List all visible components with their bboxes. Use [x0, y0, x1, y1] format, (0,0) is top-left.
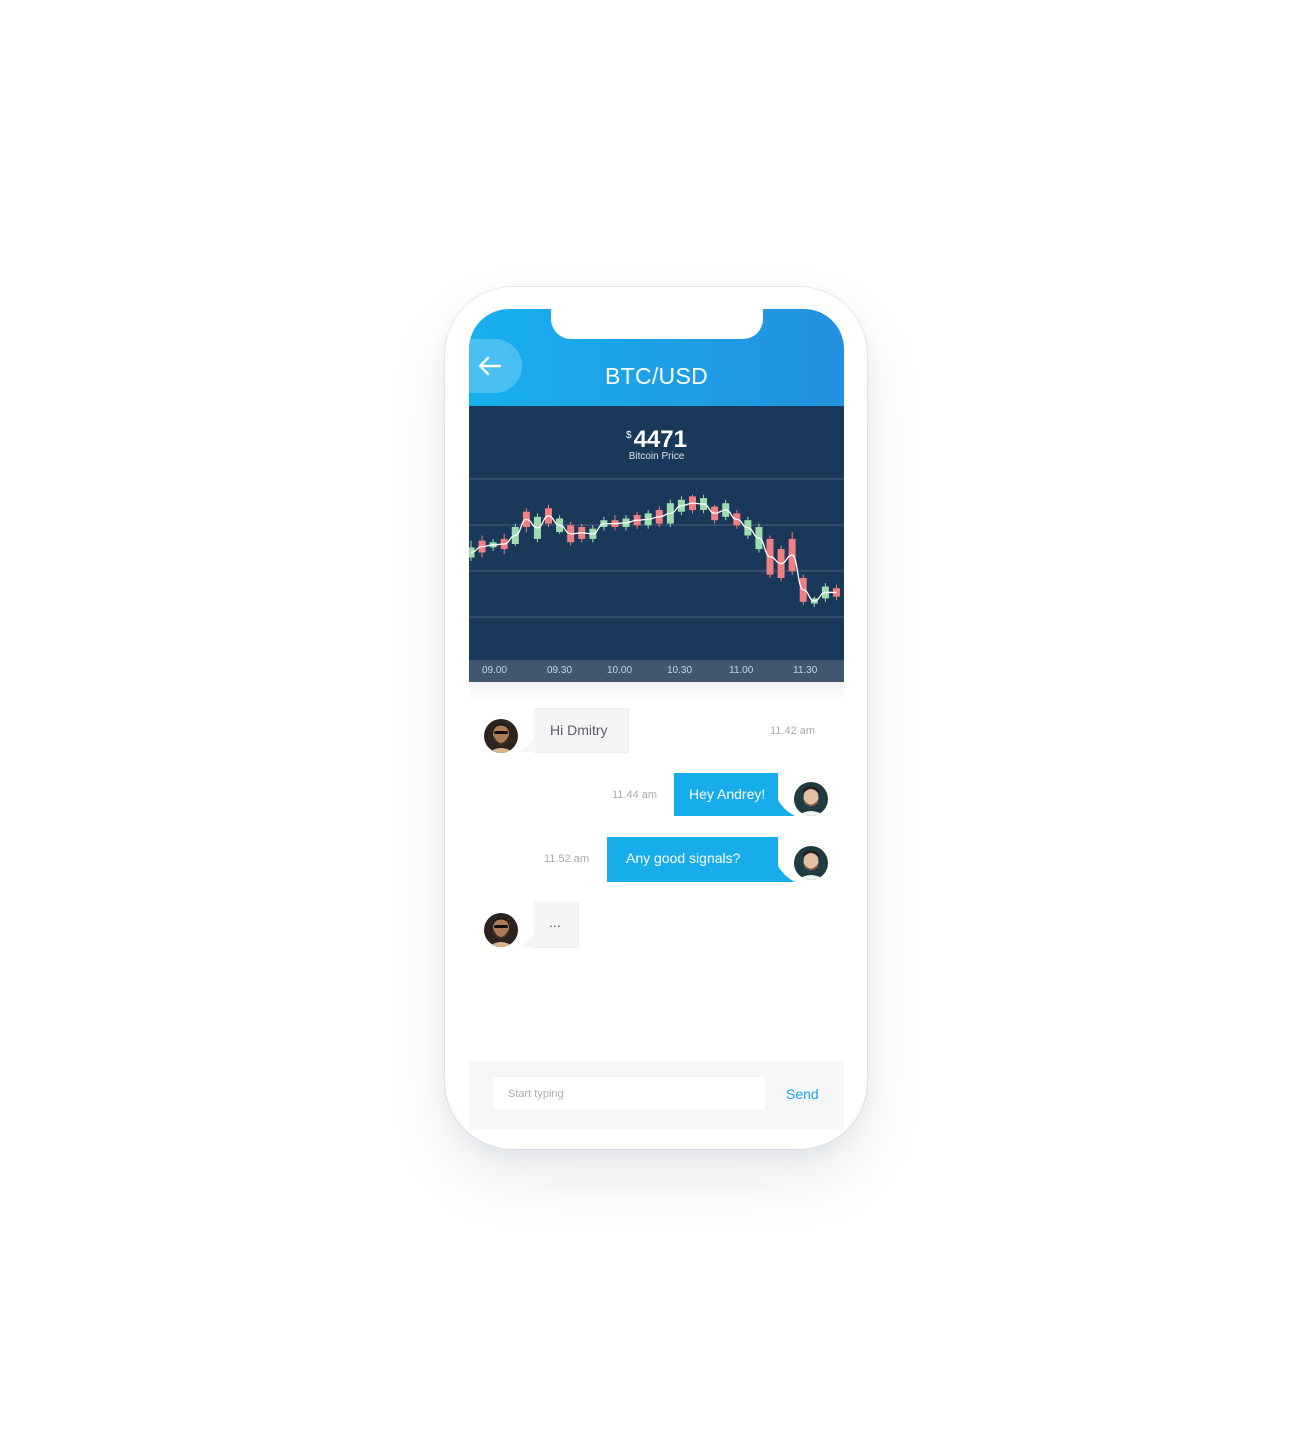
message-composer: Send [469, 1061, 844, 1129]
time-axis: 09.00 09.30 10.00 10.30 11.00 11.30 [469, 660, 844, 682]
x-tick-label: 10.30 [667, 665, 693, 676]
currency-symbol: $ [626, 430, 632, 441]
x-tick-label: 09.00 [482, 665, 508, 676]
person-bearded-icon [484, 719, 518, 753]
message-bubble-incoming[interactable]: Hi Dmitry [535, 709, 628, 752]
message-text: Any good signals? [626, 850, 741, 866]
chat-divider-shadow [469, 682, 844, 702]
typing-dots: ... [549, 914, 561, 930]
send-button[interactable]: Send [786, 1086, 819, 1102]
price-display: $4471 [469, 426, 844, 454]
device-notch [551, 309, 763, 339]
bubble-tail [519, 929, 537, 947]
x-tick-label: 10.00 [607, 665, 633, 676]
message-bubble-outgoing[interactable]: Any good signals? [607, 837, 778, 882]
typing-indicator-bubble: ... [535, 903, 578, 947]
candle [611, 515, 619, 531]
person-icon [794, 846, 828, 880]
avatar-dmitry[interactable] [794, 846, 828, 880]
price-value: 4471 [633, 426, 687, 453]
avatar-andrey[interactable] [484, 913, 518, 947]
person-icon [794, 782, 828, 816]
message-input[interactable] [493, 1077, 765, 1110]
candle [711, 504, 719, 524]
message-time: 11.42 am [770, 725, 816, 737]
candle [469, 540, 475, 561]
x-tick-label: 11.30 [793, 665, 818, 676]
x-tick-label: 09.30 [547, 665, 573, 676]
bubble-tail [519, 734, 537, 752]
message-text: Hey Andrey! [689, 786, 766, 802]
bubble-tail [777, 864, 795, 882]
avatar-dmitry[interactable] [794, 782, 828, 816]
x-tick-label: 11.00 [729, 665, 754, 676]
page-title: BTC/USD [604, 363, 709, 389]
candle [788, 532, 796, 575]
price-label: Bitcoin Price [628, 451, 685, 462]
message-bubble-outgoing[interactable]: Hey Andrey! [674, 773, 778, 816]
price-chart[interactable]: $4471 Bitcoin Price 09.00 09.30 10.00 10… [469, 406, 844, 682]
candle [810, 596, 818, 607]
message-time: 11.52 am [544, 853, 590, 865]
app-screen: BTC/USD $4471 Bitcoin Price 09.00 09.30 … [469, 309, 844, 1129]
person-bearded-icon [484, 913, 518, 947]
bubble-tail [777, 798, 795, 816]
avatar-andrey[interactable] [484, 719, 518, 753]
header-bar: BTC/USD [469, 309, 844, 406]
message-text: Hi Dmitry [550, 722, 608, 738]
message-time: 11.44 am [612, 789, 658, 801]
